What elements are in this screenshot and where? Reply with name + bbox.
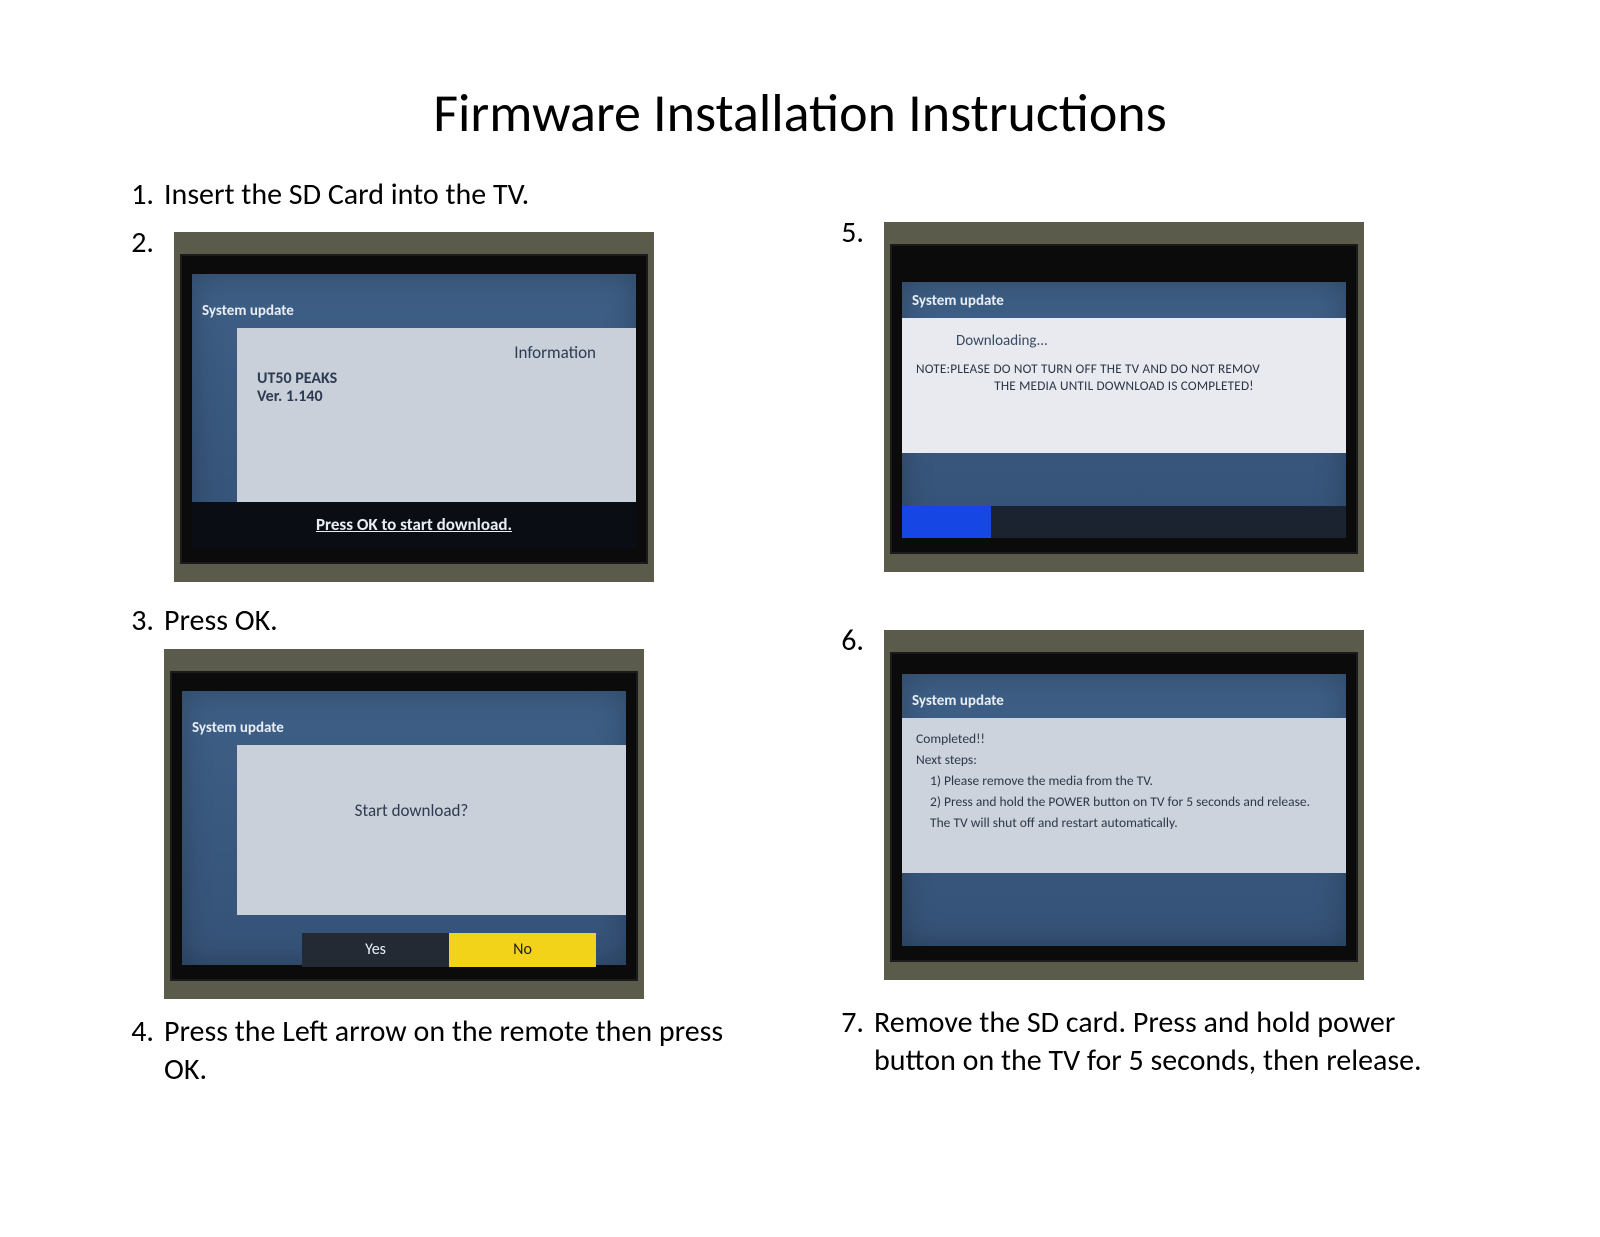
progress-bar-fill (902, 506, 991, 538)
completed-line-4: 2) Press and hold the POWER button on TV… (930, 793, 1332, 810)
completed-line-2: Next steps: (916, 751, 1332, 768)
step-2: 2. System update Information UT50 PEAKS … (120, 224, 770, 596)
info-label: Information (514, 342, 596, 363)
completed-line-1: Completed!! (916, 730, 1332, 747)
confirm-button-row: Yes No (302, 933, 596, 967)
step-7: 7. Remove the SD card. Press and hold po… (830, 1004, 1480, 1079)
info-version: Ver. 1.140 (257, 387, 323, 406)
confirm-header: System update (182, 691, 626, 745)
downloading-header: System update (902, 282, 1346, 318)
step-6-number: 6. (830, 622, 864, 659)
step-6: 6. System update Completed!! Next steps:… (830, 622, 1480, 994)
info-footer-prompt: Press OK to start download. (192, 502, 636, 548)
left-column: 1. Insert the SD Card into the TV. 2. Sy… (120, 170, 770, 1098)
completed-line-3: 1) Please remove the media from the TV. (930, 772, 1332, 789)
no-button[interactable]: No (449, 933, 596, 967)
downloading-note-1: NOTE:PLEASE DO NOT TURN OFF THE TV AND D… (916, 360, 1332, 377)
step-3-number: 3. (120, 602, 154, 639)
step-7-number: 7. (830, 1004, 864, 1041)
step-3-text: Press OK. (164, 602, 770, 640)
tv-screenshot-confirm: System update Start download? Yes No (164, 649, 644, 999)
page-title: Firmware Installation Instructions (120, 80, 1480, 146)
completed-header: System update (902, 674, 1346, 718)
tv-screenshot-completed: System update Completed!! Next steps: 1)… (884, 630, 1364, 980)
step-4: 4. Press the Left arrow on the remote th… (120, 1013, 770, 1088)
right-column: 5. System update Downloading... NOTE:PLE… (830, 170, 1480, 1098)
downloading-note-2: THE MEDIA UNTIL DOWNLOAD IS COMPLETED! (916, 377, 1332, 394)
step-3: 3. Press OK. (120, 602, 770, 640)
step-5-number: 5. (830, 214, 864, 251)
downloading-status: Downloading... (956, 332, 1332, 350)
tv-screenshot-info: System update Information UT50 PEAKS Ver… (174, 232, 654, 582)
step-1-text: Insert the SD Card into the TV. (164, 176, 770, 214)
step-1: 1. Insert the SD Card into the TV. (120, 176, 770, 214)
confirm-prompt: Start download? (237, 800, 586, 821)
info-model-block: UT50 PEAKS Ver. 1.140 (257, 370, 337, 407)
progress-bar (902, 506, 1346, 538)
step-1-number: 1. (120, 176, 154, 213)
completed-line-5: The TV will shut off and restart automat… (930, 814, 1332, 831)
info-header: System update (192, 274, 636, 328)
info-model: UT50 PEAKS (257, 369, 337, 388)
step-7-text: Remove the SD card. Press and hold power… (874, 1004, 1480, 1079)
step-4-number: 4. (120, 1013, 154, 1050)
step-5: 5. System update Downloading... NOTE:PLE… (830, 214, 1480, 586)
yes-button[interactable]: Yes (302, 933, 449, 967)
step-2-number: 2. (120, 224, 154, 261)
step-4-text: Press the Left arrow on the remote then … (164, 1013, 770, 1088)
tv-screenshot-downloading: System update Downloading... NOTE:PLEASE… (884, 222, 1364, 572)
